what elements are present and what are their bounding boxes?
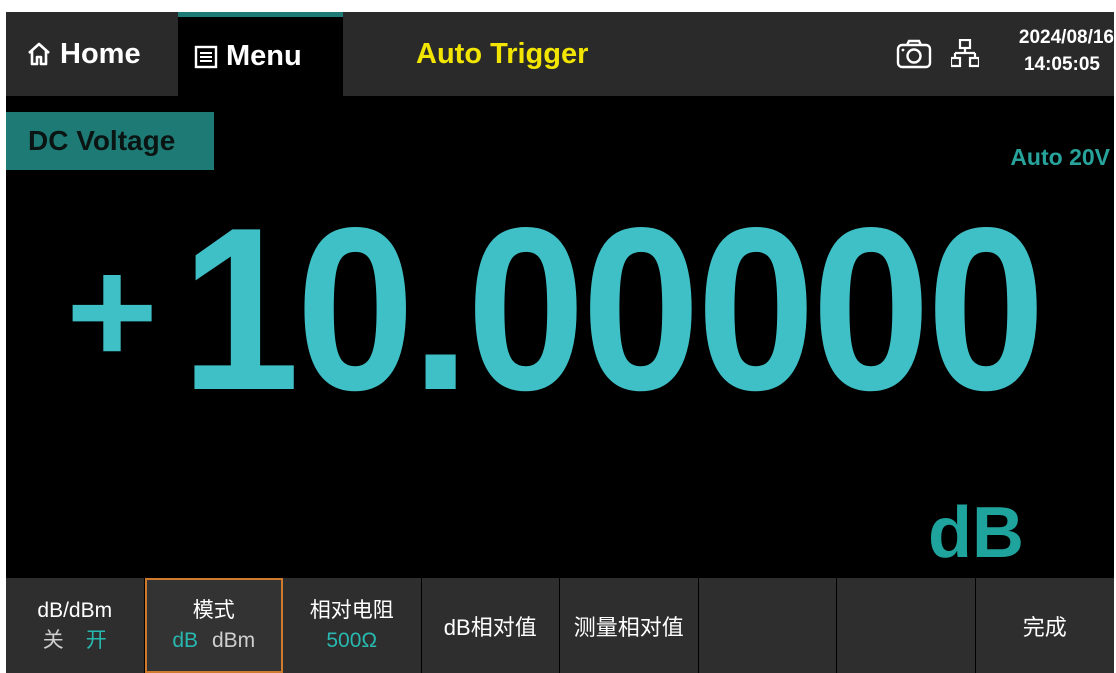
reading-value: 10.00000 xyxy=(181,180,1045,439)
softkey-mode[interactable]: 模式 dB dBm xyxy=(144,578,283,673)
reading-unit: dB xyxy=(928,493,1024,573)
option-on: 开 xyxy=(85,628,107,652)
reference-resistance-value: 500Ω xyxy=(326,628,378,652)
option-dbm: dBm xyxy=(212,628,256,652)
softkey-done[interactable]: 完成 xyxy=(975,578,1114,673)
home-label: Home xyxy=(60,37,141,70)
camera-icon[interactable] xyxy=(896,39,932,69)
range-label: Auto 20V xyxy=(1010,144,1110,170)
softkey-measure-relative[interactable]: 测量相对值 xyxy=(560,578,699,673)
option-db: dB xyxy=(172,628,198,652)
softkey-db-relative[interactable]: dB相对值 xyxy=(421,578,560,673)
menu-button[interactable]: Menu xyxy=(178,12,343,96)
softkey-empty-6[interactable] xyxy=(698,578,837,673)
lan-icon xyxy=(951,39,979,68)
home-button[interactable]: Home xyxy=(6,12,176,96)
instrument-screen: Home Menu Auto Trigger 2024/08/16 14:05:… xyxy=(6,12,1114,673)
time-text: 14:05:05 xyxy=(1023,54,1100,75)
menu-label: Menu xyxy=(226,40,302,72)
softkey-measure-relative-label: 测量相对值 xyxy=(573,614,684,640)
softkey-db-dbm-options: 关 开 xyxy=(43,626,107,656)
softkey-mode-options: dB dBm xyxy=(172,626,255,656)
softkey-reference-resistance-label: 相对电阻 xyxy=(309,598,394,622)
option-off: 关 xyxy=(42,628,64,652)
softkey-empty-7[interactable] xyxy=(837,578,976,673)
softkey-db-dbm-label: dB/dBm xyxy=(37,598,113,622)
date-text: 2024/08/16 xyxy=(1018,27,1114,48)
top-bar: Home Menu Auto Trigger 2024/08/16 14:05:… xyxy=(6,12,1114,96)
trigger-mode-label[interactable]: Auto Trigger xyxy=(416,12,588,96)
softkey-db-dbm[interactable]: dB/dBm 关 开 xyxy=(6,578,145,673)
menu-icon xyxy=(194,45,218,68)
softkey-reference-resistance[interactable]: 相对电阻 500Ω xyxy=(283,578,422,673)
main-reading: + 10.00000 xyxy=(66,180,1106,439)
softkey-bar: dB/dBm 关 开 模式 dB dBm 相对电阻 500Ω dB相对值 测量相… xyxy=(6,578,1114,673)
softkey-db-relative-label: dB相对值 xyxy=(443,614,537,640)
datetime-display: 2024/08/16 14:05:05 xyxy=(984,24,1114,78)
softkey-done-label: 完成 xyxy=(1022,614,1067,640)
softkey-mode-label: 模式 xyxy=(192,598,235,622)
measurement-function-badge: DC Voltage xyxy=(6,112,214,170)
home-icon xyxy=(28,42,50,66)
reading-sign: + xyxy=(66,227,158,395)
